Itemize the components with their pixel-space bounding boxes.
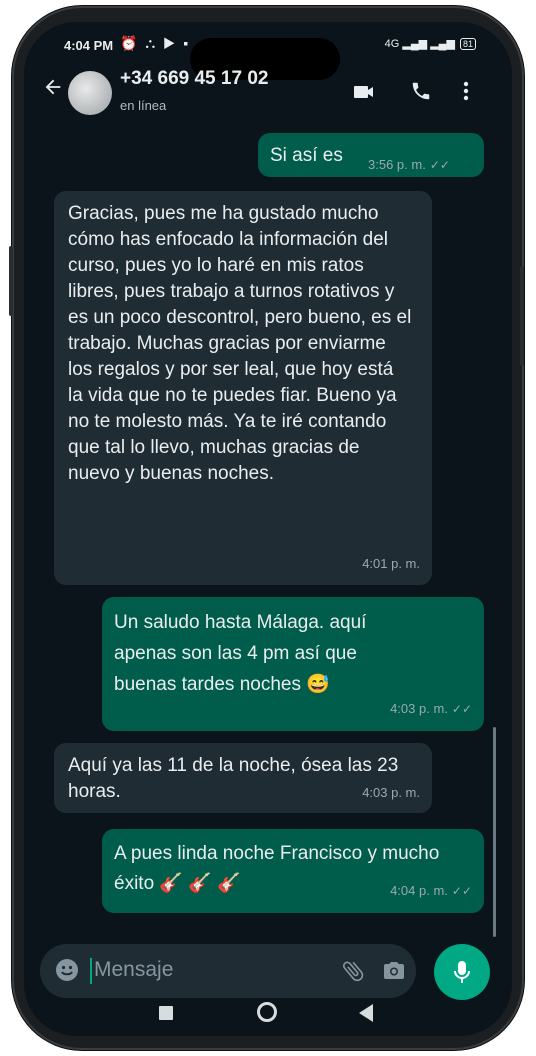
home-icon[interactable] (257, 1002, 277, 1022)
message-input[interactable]: Mensaje (94, 958, 173, 982)
message-meta: 4:03 p. m. ✓✓ (390, 696, 472, 722)
message-text: Gracias, pues me ha gustado mucho cómo h… (68, 203, 412, 484)
chat-area[interactable]: Si así es 3:56 p. m. ✓✓ Gracias, pues me … (24, 130, 512, 950)
signal-icon-2: ▂▄▆ (430, 38, 455, 50)
battery-level: 81 (462, 39, 473, 49)
mic-icon (451, 959, 473, 990)
message-text: Aquí ya las 11 de la noche, ósea las 23 … (68, 755, 399, 802)
camera-icon[interactable] (382, 959, 406, 988)
read-ticks-icon: ✓✓ (451, 702, 472, 716)
battery-icon: 81 (459, 38, 476, 50)
message-bubble-incoming[interactable]: Gracias, pues me ha gustado mucho cómo h… (54, 191, 432, 585)
message-bubble-outgoing[interactable]: Si así es 3:56 p. m. ✓✓ (258, 133, 484, 177)
text-cursor (90, 958, 92, 984)
read-ticks-icon: ✓✓ (429, 158, 450, 172)
system-nav-bar (24, 990, 512, 1036)
volume-button (9, 246, 13, 316)
status-right: 4G ▂▄▆ ▂▄▆ 81 (385, 37, 476, 50)
video-call-icon[interactable] (352, 80, 376, 109)
back-arrow-icon[interactable] (42, 76, 64, 105)
message-meta: 3:56 p. m. ✓✓ (368, 152, 450, 178)
message-meta: 4:04 p. m. ✓✓ (390, 878, 472, 904)
power-button (520, 266, 524, 366)
message-text: Un saludo hasta Málaga. aquí apenas son … (114, 612, 367, 695)
message-time: 4:03 p. m. (390, 701, 448, 716)
message-time: 4:04 p. m. (390, 883, 448, 898)
status-icons: ⏰ ⛬ ▶ ▪ (120, 35, 191, 51)
message-time: 3:56 p. m. (368, 157, 426, 172)
contact-name[interactable]: +34 669 45 17 02 (120, 68, 268, 90)
attach-icon[interactable] (340, 958, 366, 989)
message-bubble-outgoing[interactable]: A pues linda noche Francisco y mucho éxi… (102, 829, 484, 913)
message-bubble-outgoing[interactable]: Un saludo hasta Málaga. aquí apenas son … (102, 597, 484, 731)
signal-icon: ▂▄▆ (402, 38, 428, 50)
message-time: 4:03 p. m. (362, 785, 420, 800)
message-bubble-incoming[interactable]: Aquí ya las 11 de la noche, ósea las 23 … (54, 743, 432, 813)
message-text: Si así es (270, 145, 343, 166)
more-options-icon[interactable] (462, 80, 470, 107)
back-icon[interactable] (359, 1004, 373, 1022)
voice-call-icon[interactable] (410, 80, 432, 107)
contact-status: en línea (120, 98, 167, 113)
read-ticks-icon: ✓✓ (451, 884, 472, 898)
status-time: 4:04 PM (64, 38, 114, 53)
chat-header: +34 669 45 17 02 en línea (24, 60, 512, 130)
emoji-icon[interactable] (54, 957, 80, 983)
network-type: 4G (384, 38, 400, 50)
recents-icon[interactable] (159, 1006, 173, 1020)
message-time: 4:01 p. m. (362, 556, 420, 571)
screen: 4:04 PM ⏰ ⛬ ▶ ▪ 4G ▂▄▆ ▂▄▆ 81 +34 669 45… (24, 22, 512, 1036)
scrollbar[interactable] (493, 727, 496, 937)
contact-avatar[interactable] (68, 71, 112, 115)
